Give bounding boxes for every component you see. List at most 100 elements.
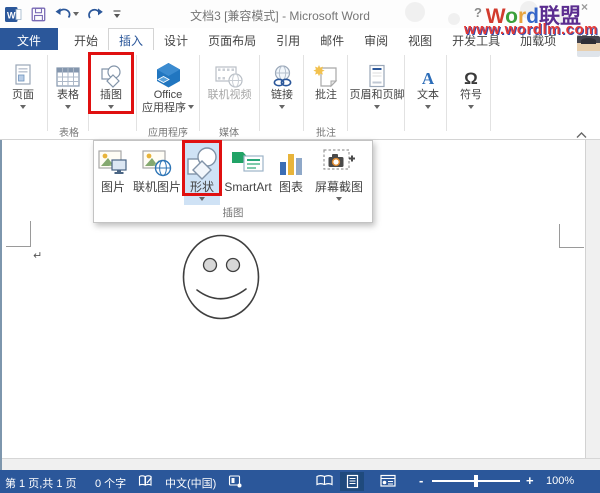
links-button[interactable]: 链接 bbox=[262, 53, 302, 112]
save-button[interactable] bbox=[31, 7, 46, 22]
group-separator bbox=[199, 55, 200, 131]
illustrations-button[interactable]: 插图 bbox=[90, 53, 132, 112]
margin-mark-right-vertical bbox=[559, 224, 560, 248]
online-video-icon bbox=[215, 64, 244, 89]
menu-item-shapes[interactable]: 形状 bbox=[184, 141, 220, 205]
smiley-face-shape[interactable] bbox=[178, 230, 266, 324]
tab-file[interactable]: 文件 bbox=[0, 28, 58, 50]
group-separator bbox=[259, 55, 260, 131]
redo-button[interactable] bbox=[88, 8, 103, 21]
word-count[interactable]: 0 个字 bbox=[95, 475, 126, 491]
tab-design[interactable]: 设计 bbox=[154, 28, 198, 50]
zoom-slider-thumb[interactable] bbox=[474, 475, 478, 487]
group-label-comments: 批注 bbox=[301, 124, 351, 139]
chart-label: 图表 bbox=[279, 181, 303, 194]
comment-button[interactable]: 批注 bbox=[306, 53, 346, 102]
watermark-close-icon: × bbox=[581, 0, 588, 14]
margin-mark-left-vertical bbox=[30, 221, 31, 247]
link-icon bbox=[271, 65, 294, 89]
proofing-status-icon[interactable] bbox=[138, 474, 153, 491]
horizontal-scrollbar[interactable] bbox=[0, 458, 600, 470]
shapes-dropdown-arrow bbox=[199, 197, 205, 204]
screenshot-label: 屏幕截图 bbox=[315, 181, 363, 194]
web-layout-view-button[interactable] bbox=[380, 474, 396, 491]
online-pictures-label: 联机图片 bbox=[133, 181, 181, 194]
illustrations-dropdown-panel: 图片 联机图片 形状 bbox=[93, 140, 373, 223]
smartart-icon bbox=[231, 148, 265, 178]
tab-mailings[interactable]: 邮件 bbox=[310, 28, 354, 50]
group-separator bbox=[136, 55, 137, 131]
undo-dropdown-arrow[interactable] bbox=[73, 12, 79, 19]
chevron-up-icon bbox=[576, 132, 587, 139]
tab-references[interactable]: 引用 bbox=[266, 28, 310, 50]
group-separator bbox=[88, 55, 89, 131]
symbols-label: 符号 bbox=[460, 89, 482, 102]
text-label: 文本 bbox=[417, 89, 439, 102]
window-title: 文档3 [兼容模式] - Microsoft Word bbox=[120, 7, 440, 24]
zoom-level[interactable]: 100% bbox=[546, 475, 574, 487]
scrollbar-gutter[interactable] bbox=[585, 140, 600, 458]
language-status[interactable]: 中文(中国) bbox=[165, 475, 216, 491]
header-footer-dropdown-arrow bbox=[374, 105, 380, 112]
group-label-apps: 应用程序 bbox=[138, 124, 198, 139]
office-apps-icon bbox=[155, 62, 182, 89]
menu-item-smartart[interactable]: SmartArt bbox=[220, 141, 276, 194]
menu-item-chart[interactable]: 图表 bbox=[274, 141, 308, 194]
pages-icon bbox=[12, 63, 34, 89]
comment-label: 批注 bbox=[315, 89, 337, 102]
margin-mark-left-horizontal bbox=[6, 246, 31, 247]
text-button[interactable]: A 文本 bbox=[409, 53, 447, 112]
symbols-button[interactable]: Ω 符号 bbox=[451, 53, 491, 112]
undo-icon bbox=[55, 8, 71, 20]
read-mode-view-button[interactable] bbox=[316, 474, 333, 490]
pictures-icon bbox=[98, 149, 128, 177]
pictures-label: 图片 bbox=[101, 181, 125, 194]
print-layout-view-button[interactable] bbox=[346, 474, 359, 492]
menu-item-pictures[interactable]: 图片 bbox=[96, 141, 130, 194]
undo-button[interactable] bbox=[55, 8, 79, 20]
group-separator bbox=[303, 55, 304, 131]
table-dropdown-arrow bbox=[65, 105, 71, 112]
smartart-label: SmartArt bbox=[224, 181, 271, 194]
illustrations-shapes-icon bbox=[99, 63, 123, 89]
pages-button[interactable]: 页面 bbox=[2, 53, 44, 112]
zoom-in-button[interactable]: + bbox=[526, 473, 534, 488]
table-icon bbox=[56, 66, 81, 89]
shapes-label: 形状 bbox=[190, 181, 214, 194]
avatar-hair bbox=[581, 38, 596, 44]
redo-icon bbox=[88, 8, 103, 21]
paragraph-mark: ↵ bbox=[33, 249, 42, 262]
comment-icon bbox=[313, 64, 339, 89]
word-app-icon[interactable]: W bbox=[5, 6, 22, 23]
page-indicator[interactable]: 第 1 页,共 1 页 bbox=[5, 475, 77, 491]
menu-item-screenshot[interactable]: 屏幕截图 bbox=[310, 141, 368, 204]
office-apps-label-line2: 应用程序 bbox=[142, 102, 186, 115]
office-apps-label-line1: Office bbox=[154, 89, 183, 102]
table-label: 表格 bbox=[57, 89, 79, 102]
ribbon: 页面 表格 插图 bbox=[0, 50, 600, 140]
table-button[interactable]: 表格 bbox=[48, 53, 88, 112]
zoom-out-button[interactable]: - bbox=[419, 473, 423, 488]
smiley-left-eye bbox=[204, 259, 217, 272]
pages-dropdown-arrow bbox=[20, 105, 26, 112]
shapes-icon bbox=[185, 146, 219, 180]
window-left-edge bbox=[0, 140, 2, 470]
header-footer-button[interactable]: 页眉和页脚 bbox=[349, 53, 405, 112]
tab-review[interactable]: 审阅 bbox=[354, 28, 398, 50]
tab-view[interactable]: 视图 bbox=[398, 28, 442, 50]
menu-item-online-pictures[interactable]: 联机图片 bbox=[132, 141, 182, 194]
margin-mark-right-horizontal bbox=[559, 247, 584, 248]
online-video-label: 联机视频 bbox=[208, 89, 252, 102]
macro-record-icon[interactable] bbox=[228, 474, 242, 491]
tab-page-layout[interactable]: 页面布局 bbox=[198, 28, 266, 50]
word-logo-icon: W bbox=[5, 6, 22, 23]
help-icon[interactable]: ? bbox=[474, 5, 482, 20]
tab-home[interactable]: 开始 bbox=[64, 28, 108, 50]
quick-access-toolbar: W bbox=[0, 0, 122, 28]
office-apps-button[interactable]: Office 应用程序 bbox=[139, 53, 197, 115]
tab-insert[interactable]: 插入 bbox=[108, 28, 154, 50]
save-icon bbox=[31, 7, 46, 22]
status-bar: 第 1 页,共 1 页 0 个字 中文(中国) bbox=[0, 470, 600, 493]
online-video-button: 联机视频 bbox=[202, 53, 257, 102]
links-label: 链接 bbox=[271, 89, 293, 102]
